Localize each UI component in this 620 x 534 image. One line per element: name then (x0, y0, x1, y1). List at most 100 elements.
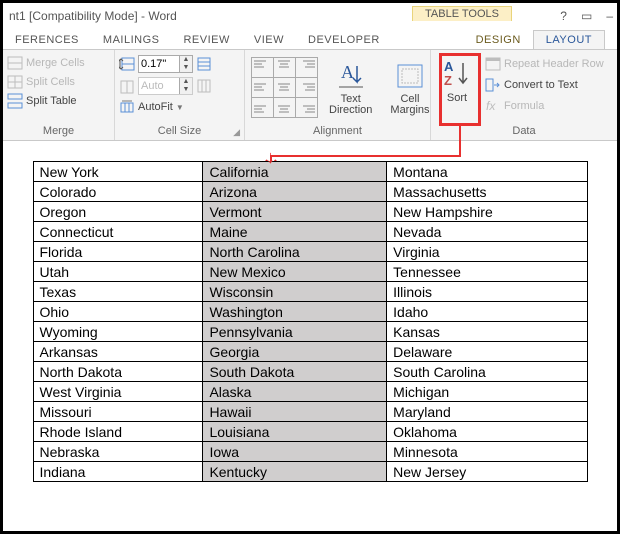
table-cell[interactable]: Nevada (387, 222, 587, 242)
table-cell[interactable]: South Dakota (203, 362, 387, 382)
table-cell[interactable]: Rhode Island (33, 422, 203, 442)
cellsize-dialog-launcher[interactable]: ◢ (233, 127, 240, 138)
table-row[interactable]: ColoradoArizonaMassachusetts (33, 182, 587, 202)
row-height[interactable]: ▲▼ (119, 55, 212, 73)
table-cell[interactable]: Missouri (33, 402, 203, 422)
table-cell[interactable]: California (203, 162, 387, 182)
col-width[interactable]: ▲▼ (119, 77, 212, 95)
ribbon-display-button[interactable]: ▭ (581, 9, 592, 23)
table-cell[interactable]: Montana (387, 162, 587, 182)
table-row[interactable]: New YorkCaliforniaMontana (33, 162, 587, 182)
table-cell[interactable]: Illinois (387, 282, 587, 302)
col-width-spinner[interactable]: ▲▼ (138, 77, 193, 95)
spin-down[interactable]: ▼ (180, 64, 192, 72)
tab-review[interactable]: REVIEW (171, 31, 241, 49)
sort-button[interactable]: AZ Sort (435, 52, 479, 104)
table-row[interactable]: IndianaKentuckyNew Jersey (33, 462, 587, 482)
table-row[interactable]: OregonVermontNew Hampshire (33, 202, 587, 222)
table-cell[interactable]: Idaho (387, 302, 587, 322)
merge-cells-button[interactable]: Merge Cells (7, 55, 85, 71)
table-cell[interactable]: Colorado (33, 182, 203, 202)
spin-up2[interactable]: ▲ (180, 78, 192, 86)
tab-developer[interactable]: DEVELOPER (296, 31, 392, 49)
table-cell[interactable]: Wisconsin (203, 282, 387, 302)
table-cell[interactable]: Minnesota (387, 442, 587, 462)
table-row[interactable]: ConnecticutMaineNevada (33, 222, 587, 242)
table-row[interactable]: OhioWashingtonIdaho (33, 302, 587, 322)
table-cell[interactable]: Kentucky (203, 462, 387, 482)
table-row[interactable]: NebraskaIowaMinnesota (33, 442, 587, 462)
table-cell[interactable]: Alaska (203, 382, 387, 402)
table-cell[interactable]: Maine (203, 222, 387, 242)
table-cell[interactable]: Louisiana (203, 422, 387, 442)
table-cell[interactable]: Pennsylvania (203, 322, 387, 342)
table-cell[interactable]: Washington (203, 302, 387, 322)
table-row[interactable]: MissouriHawaiiMaryland (33, 402, 587, 422)
tab-references[interactable]: FERENCES (3, 31, 91, 49)
table-cell[interactable]: Kansas (387, 322, 587, 342)
spin-down2[interactable]: ▼ (180, 86, 192, 94)
table-row[interactable]: ArkansasGeorgiaDelaware (33, 342, 587, 362)
table-cell[interactable]: Oklahoma (387, 422, 587, 442)
table-cell[interactable]: Nebraska (33, 442, 203, 462)
table-cell[interactable]: Florida (33, 242, 203, 262)
table-cell[interactable]: Virginia (387, 242, 587, 262)
table-cell[interactable]: Wyoming (33, 322, 203, 342)
table-cell[interactable]: West Virginia (33, 382, 203, 402)
table-cell[interactable]: Oregon (33, 202, 203, 222)
repeat-header-button[interactable]: Repeat Header Row (485, 56, 604, 72)
table-row[interactable]: Rhode IslandLouisianaOklahoma (33, 422, 587, 442)
table-cell[interactable]: New York (33, 162, 203, 182)
table-cell[interactable]: Arizona (203, 182, 387, 202)
help-button[interactable]: ? (560, 9, 567, 23)
table-row[interactable]: West VirginiaAlaskaMichigan (33, 382, 587, 402)
distribute-cols-icon[interactable] (196, 78, 212, 94)
split-cells-button[interactable]: Split Cells (7, 74, 85, 90)
table-cell[interactable]: Utah (33, 262, 203, 282)
table-cell[interactable]: Tennessee (387, 262, 587, 282)
distribute-rows-icon[interactable] (196, 56, 212, 72)
table-cell[interactable]: Ohio (33, 302, 203, 322)
table-row[interactable]: FloridaNorth CarolinaVirginia (33, 242, 587, 262)
table-cell[interactable]: New Jersey (387, 462, 587, 482)
autofit-button[interactable]: AutoFit ▼ (119, 99, 212, 115)
table-cell[interactable]: Texas (33, 282, 203, 302)
table-cell[interactable]: New Mexico (203, 262, 387, 282)
table-row[interactable]: UtahNew MexicoTennessee (33, 262, 587, 282)
document-area: ↓ New YorkCaliforniaMontanaColoradoArizo… (3, 141, 617, 502)
table-cell[interactable]: Indiana (33, 462, 203, 482)
col-width-input[interactable] (139, 78, 179, 94)
table-row[interactable]: WyomingPennsylvaniaKansas (33, 322, 587, 342)
table-cell[interactable]: Arkansas (33, 342, 203, 362)
table-cell[interactable]: New Hampshire (387, 202, 587, 222)
minimize-button[interactable]: – (606, 9, 613, 23)
table-row[interactable]: TexasWisconsinIllinois (33, 282, 587, 302)
text-direction-button[interactable]: A TextDirection (323, 57, 378, 119)
row-height-spinner[interactable]: ▲▼ (138, 55, 193, 73)
formula-button[interactable]: fx Formula (485, 98, 604, 114)
row-height-input[interactable] (139, 56, 179, 72)
convert-text-button[interactable]: Convert to Text (485, 77, 604, 93)
tab-layout[interactable]: LAYOUT (533, 30, 605, 49)
table-cell[interactable]: Michigan (387, 382, 587, 402)
table-cell[interactable]: South Carolina (387, 362, 587, 382)
table-cell[interactable]: North Dakota (33, 362, 203, 382)
table-cell[interactable]: Connecticut (33, 222, 203, 242)
tab-view[interactable]: VIEW (242, 31, 296, 49)
tab-design[interactable]: DESIGN (464, 31, 533, 49)
table-cell[interactable]: Maryland (387, 402, 587, 422)
table-cell[interactable]: Delaware (387, 342, 587, 362)
spin-up[interactable]: ▲ (180, 56, 192, 64)
table-cell[interactable]: Vermont (203, 202, 387, 222)
split-table-button[interactable]: Split Table (7, 93, 85, 109)
alignment-grid[interactable] (251, 58, 317, 118)
table-cell[interactable]: Iowa (203, 442, 387, 462)
states-table[interactable]: New YorkCaliforniaMontanaColoradoArizona… (33, 161, 588, 482)
table-cell[interactable]: North Carolina (203, 242, 387, 262)
table-row[interactable]: North DakotaSouth DakotaSouth Carolina (33, 362, 587, 382)
table-cell[interactable]: Massachusetts (387, 182, 587, 202)
table-cell[interactable]: Hawaii (203, 402, 387, 422)
tab-mailings[interactable]: MAILINGS (91, 31, 172, 49)
cell-margins-button[interactable]: CellMargins (384, 57, 435, 119)
table-cell[interactable]: Georgia (203, 342, 387, 362)
